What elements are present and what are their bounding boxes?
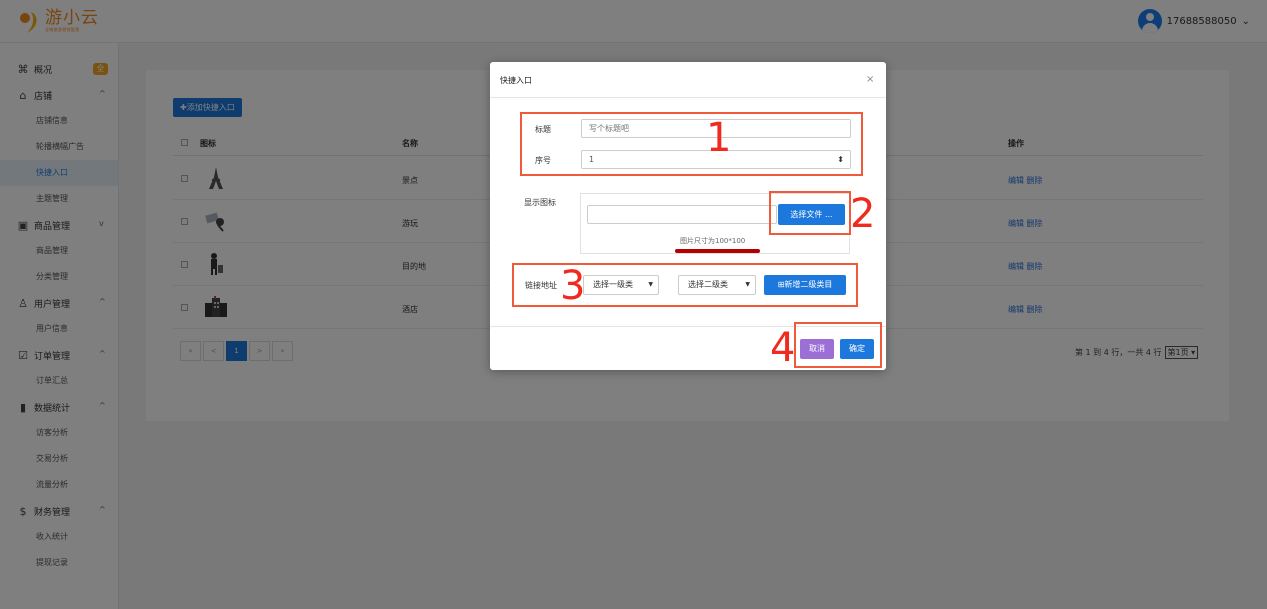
icon-label: 显示图标 bbox=[524, 198, 556, 207]
hint-underline bbox=[675, 249, 760, 253]
annotation-box-4 bbox=[794, 322, 882, 368]
file-path-input[interactable] bbox=[587, 205, 777, 224]
annotation-box-2 bbox=[769, 191, 851, 235]
annotation-number-1: 1 bbox=[706, 115, 732, 161]
annotation-number-2: 2 bbox=[850, 191, 876, 237]
annotation-box-1 bbox=[520, 112, 863, 176]
size-hint: 图片尺寸为100*100 bbox=[680, 237, 746, 245]
shortcut-dialog: 快捷入口 × 标题 序号 1 ⬍ 显示图标 选择文件 ... 图片尺寸为100*… bbox=[490, 62, 886, 370]
annotation-number-3: 3 bbox=[560, 263, 586, 309]
annotation-number-4: 4 bbox=[770, 325, 796, 371]
dialog-title: 快捷入口 bbox=[500, 76, 532, 85]
header-divider bbox=[490, 97, 886, 98]
close-icon[interactable]: × bbox=[866, 74, 874, 85]
